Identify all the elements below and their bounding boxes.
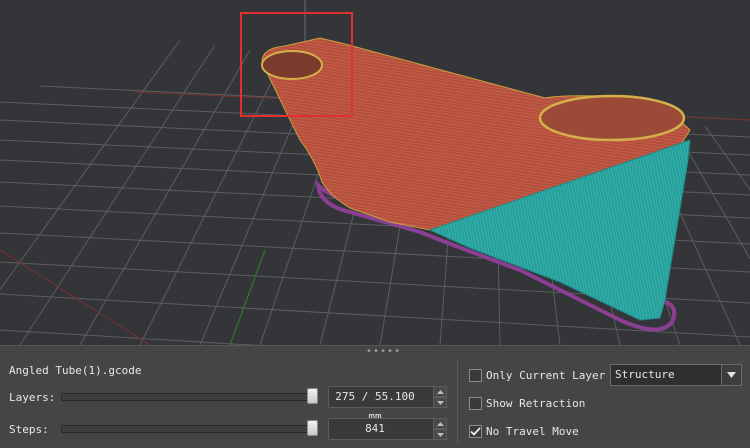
layers-decrement-button[interactable] — [433, 397, 447, 408]
only-current-layer-option[interactable]: Only Current Layer — [469, 367, 605, 383]
layers-spinbox[interactable]: 275 / 55.100 mm — [328, 386, 447, 423]
gcode-viewer-window: ••••• Angled Tube(1).gcode Layers: 275 /… — [0, 0, 750, 448]
triangle-down-icon — [727, 372, 736, 378]
steps-decrement-button[interactable] — [433, 429, 447, 440]
no-travel-move-label: No Travel Move — [486, 424, 579, 438]
only-current-layer-label: Only Current Layer — [486, 368, 606, 382]
layers-increment-button[interactable] — [433, 386, 447, 397]
no-travel-move-option[interactable]: No Travel Move — [469, 423, 579, 439]
chevron-down-icon — [436, 400, 444, 405]
dropdown-arrow-button[interactable] — [721, 365, 741, 385]
tube-left-opening — [261, 50, 323, 80]
3d-preview-viewport[interactable] — [0, 0, 750, 345]
no-travel-move-checkbox[interactable] — [469, 424, 482, 438]
view-mode-dropdown[interactable]: Structure — [610, 364, 742, 386]
build-plate-scene — [0, 0, 750, 345]
x-axis-line — [0, 249, 151, 345]
steps-slider[interactable] — [61, 425, 317, 433]
steps-label: Steps: — [9, 423, 49, 436]
chevron-up-icon — [436, 421, 444, 426]
layers-slider-handle[interactable] — [307, 388, 318, 404]
grip-dots-icon[interactable]: ••••• — [366, 347, 400, 357]
layers-slider[interactable] — [61, 393, 317, 401]
steps-slider-handle[interactable] — [307, 420, 318, 436]
panel-divider — [457, 358, 458, 444]
steps-value[interactable]: 841 — [329, 419, 421, 439]
tube-right-opening — [538, 94, 686, 142]
show-retraction-checkbox[interactable] — [469, 396, 482, 410]
steps-spinbox[interactable]: 841 — [328, 418, 447, 440]
view-mode-value: Structure — [615, 368, 675, 381]
checkmark-icon — [470, 426, 481, 436]
layers-value[interactable]: 275 / 55.100 mm — [329, 387, 421, 423]
layers-label: Layers: — [9, 391, 56, 404]
y-axis-line — [229, 249, 266, 345]
steps-slider-fill — [62, 426, 316, 432]
show-retraction-label: Show Retraction — [486, 396, 586, 410]
chevron-up-icon — [436, 389, 444, 394]
only-current-layer-checkbox[interactable] — [469, 368, 482, 382]
chevron-down-icon — [436, 432, 444, 437]
steps-increment-button[interactable] — [433, 418, 447, 429]
layer-control-panel: ••••• Angled Tube(1).gcode Layers: 275 /… — [0, 345, 750, 448]
gcode-filename: Angled Tube(1).gcode — [9, 364, 142, 377]
show-retraction-option[interactable]: Show Retraction — [469, 395, 585, 411]
layers-slider-fill — [62, 394, 316, 400]
